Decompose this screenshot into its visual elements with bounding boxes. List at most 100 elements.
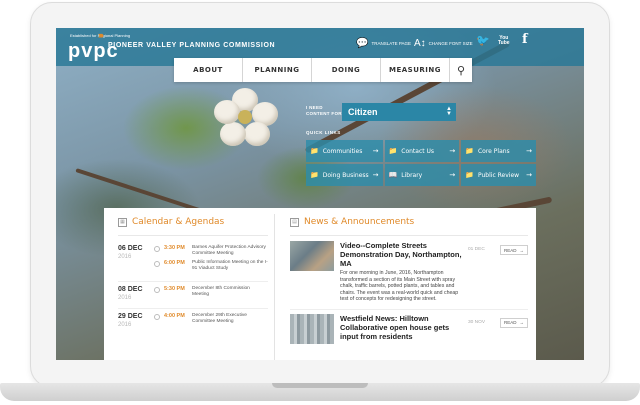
calendar-list: 06 DEC 2016 3:30 PM Barnes Aquifer Prote… (118, 241, 268, 335)
newspaper-icon: ▤ (290, 217, 299, 227)
arrow-right-icon: → (526, 147, 532, 155)
calendar-heading[interactable]: ▦ Calendar & Agendas (118, 217, 224, 227)
youtube-icon[interactable]: You Tube (498, 36, 510, 46)
event-title: December 8th Commission Meeting (192, 286, 250, 297)
read-button[interactable]: READ → (500, 245, 528, 255)
nav-doing[interactable]: DOING (312, 58, 381, 82)
clock-icon (154, 261, 160, 267)
read-label: READ (503, 320, 517, 325)
arrow-right-icon: → (519, 247, 525, 253)
calendar-date-day: 29 DEC (118, 313, 143, 320)
calendar-event[interactable]: 6:00 PM Public Information Meeting on th… (154, 260, 268, 272)
nav-planning[interactable]: PLANNING (243, 58, 312, 82)
event-title: Public Information Meeting on the I-91 V… (192, 260, 268, 271)
news-title: News & Announcements (304, 217, 415, 227)
logo-chevron-icon: ›››› (98, 30, 104, 40)
youtube-label-bottom: Tube (498, 40, 510, 46)
event-time: 5:30 PM (164, 286, 185, 292)
book-icon: 📖 (388, 171, 398, 179)
main-nav: ABOUT PLANNING DOING MEASURING ⚲ (174, 58, 472, 82)
column-divider (274, 214, 275, 360)
content-panel: ▦ Calendar & Agendas ▤ News & Announceme… (104, 208, 536, 360)
news-item-date: 30 NOV (468, 319, 486, 325)
nav-measuring[interactable]: MEASURING (381, 58, 450, 82)
quick-link-label: Communities (322, 147, 363, 155)
news-list: Video--Complete Streets Demonstration Da… (290, 241, 528, 354)
divider (118, 235, 268, 236)
arrow-right-icon: → (372, 171, 379, 179)
translate-page-link[interactable]: 💬 TRANSLATE PAGE (356, 38, 411, 49)
calendar-event[interactable]: 5:30 PM December 8th Commission Meeting (154, 286, 268, 298)
arrow-right-icon: → (449, 171, 456, 179)
event-time: 3:30 PM (164, 245, 185, 251)
calendar-date-year: 2016 (118, 322, 132, 328)
quick-link-contact-us[interactable]: 📁 Contact Us → (384, 140, 460, 162)
quick-link-label: Contact Us (401, 147, 435, 155)
arrow-right-icon: → (449, 147, 456, 155)
calendar-event[interactable]: 4:00 PM December 29th Executive Committe… (154, 313, 268, 325)
news-item: Westfield News: Hilltown Collaborative o… (290, 313, 528, 350)
twitter-icon[interactable]: 🐦 (476, 34, 490, 47)
news-item: Video--Complete Streets Demonstration Da… (290, 241, 528, 310)
font-size-label: CHANGE FONT SIZE (428, 41, 473, 46)
content-selector-label: I NEED CONTENT FOR (306, 105, 342, 116)
calendar-date-day: 08 DEC (118, 286, 143, 293)
news-item-summary: For one morning in June, 2016, Northampt… (340, 270, 459, 302)
website-screen: Established for Regional Planning ›››› p… (56, 28, 584, 360)
change-font-size-link[interactable]: A↕ CHANGE FONT SIZE (414, 38, 473, 49)
org-name: PIONEER VALLEY PLANNING COMMISSION (108, 42, 276, 49)
read-label: READ (503, 247, 517, 253)
event-title: Barnes Aquifer Protection Advisory Commi… (192, 245, 266, 256)
nav-about[interactable]: ABOUT (174, 58, 243, 82)
quick-link-core-plans[interactable]: 📁 Core Plans → (461, 140, 536, 162)
calendar-date-day: 06 DEC (118, 245, 143, 252)
quick-link-communities[interactable]: 📁 Communities → (306, 140, 383, 162)
font-size-icon: A↕ (414, 38, 426, 49)
quick-link-label: Core Plans (477, 147, 510, 155)
calendar-day: 29 DEC 2016 4:00 PM December 29th Execut… (118, 309, 268, 335)
facebook-icon[interactable]: f (522, 32, 528, 47)
flower-decoration (214, 88, 278, 148)
news-heading[interactable]: ▤ News & Announcements (290, 217, 414, 227)
arrow-right-icon: → (526, 171, 532, 179)
laptop-notch (272, 383, 368, 388)
news-item-title[interactable]: Westfield News: Hilltown Collaborative o… (340, 314, 462, 341)
quick-link-label: Public Review (477, 171, 520, 179)
divider (290, 235, 528, 236)
chat-bubble-icon: 💬 (356, 38, 369, 49)
quick-link-doing-business[interactable]: 📁 Doing Business → (306, 164, 383, 186)
translate-label: TRANSLATE PAGE (371, 41, 412, 46)
quick-link-label: Library (401, 171, 423, 179)
select-arrows-icon: ▲ ▼ (446, 106, 452, 117)
quick-links-label: QUICK LINKS (306, 130, 341, 135)
calendar-date-year: 2016 (118, 295, 132, 301)
calendar-date: 06 DEC 2016 (118, 245, 154, 275)
folder-icon: 📁 (310, 171, 319, 179)
calendar-title: Calendar & Agendas (132, 217, 225, 227)
read-button[interactable]: READ → (500, 317, 528, 328)
audience-select-value: Citizen (348, 107, 378, 117)
arrow-right-icon: → (519, 320, 525, 325)
news-thumbnail[interactable] (290, 241, 334, 271)
clock-icon (154, 314, 160, 320)
news-thumbnail[interactable] (290, 313, 334, 344)
quick-link-public-review[interactable]: 📁 Public Review → (461, 164, 536, 186)
event-time: 4:00 PM (164, 313, 185, 319)
calendar-date-year: 2016 (118, 254, 132, 260)
calendar-event[interactable]: 3:30 PM Barnes Aquifer Protection Adviso… (154, 245, 268, 257)
news-item-title[interactable]: Video--Complete Streets Demonstration Da… (340, 241, 462, 268)
quick-link-library[interactable]: 📖 Library → (384, 164, 460, 186)
event-time: 6:00 PM (164, 260, 185, 266)
folder-icon: 📁 (388, 147, 398, 155)
audience-select[interactable]: Citizen ▲ ▼ (342, 103, 456, 121)
news-item-date: 01 DEC (468, 247, 485, 252)
calendar-icon: ▦ (118, 217, 127, 227)
search-icon[interactable]: ⚲ (450, 58, 472, 82)
quick-link-label: Doing Business (322, 171, 369, 179)
folder-icon: 📁 (465, 171, 474, 179)
quick-links-grid: 📁 Communities → 📁 Contact Us → 📁 Core Pl… (306, 140, 536, 186)
clock-icon (154, 287, 160, 293)
calendar-day: 08 DEC 2016 5:30 PM December 8th Commiss… (118, 282, 268, 309)
calendar-date: 29 DEC 2016 (118, 313, 154, 329)
arrow-right-icon: → (372, 147, 379, 155)
